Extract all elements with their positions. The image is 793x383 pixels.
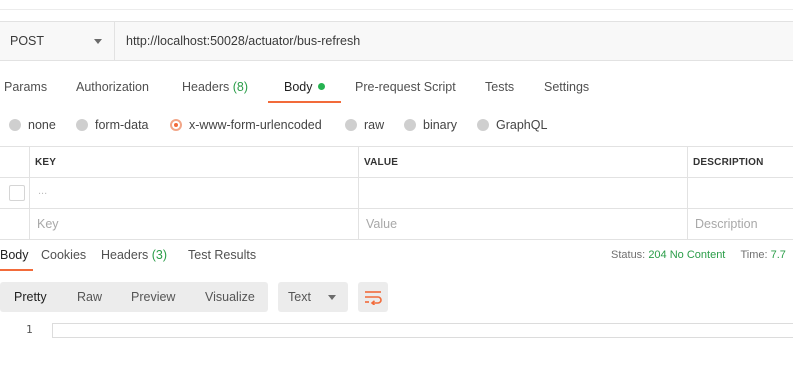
tab-headers-label: Headers [182,80,230,94]
tab-response-headers-count: (3) [151,248,168,262]
radio-graphql-label: GraphQL [496,118,548,132]
tab-pre-request-script[interactable]: Pre-request Script [355,73,456,103]
tab-settings[interactable]: Settings [544,73,589,103]
radio-x-www-form-urlencoded-label: x-www-form-urlencoded [189,118,322,132]
tab-response-headers[interactable]: Headers (3) [101,240,167,271]
time-value[interactable]: 7.7 [771,249,786,261]
request-tabs: Params Authorization Headers (8) Body Pr… [0,73,793,103]
tab-settings-label: Settings [544,80,590,94]
value-input[interactable]: Value [366,217,397,231]
key-value-table: KEY VALUE DESCRIPTION ... Key Value Desc… [0,146,793,240]
row-checkbox[interactable] [9,185,25,201]
method-label: POST [10,34,45,48]
table-header-row: KEY VALUE DESCRIPTION [0,147,793,178]
tab-tests[interactable]: Tests [485,73,514,103]
radio-unchecked-icon [9,119,21,131]
tab-response-body[interactable]: Body [0,240,33,271]
tab-headers[interactable]: Headers (8) [182,73,248,103]
editor-line[interactable] [52,323,793,338]
radio-x-www-form-urlencoded[interactable]: x-www-form-urlencoded [170,112,322,138]
key-column-header: KEY [35,157,57,168]
radio-binary-label: binary [423,118,458,132]
format-label: Text [288,290,311,304]
view-mode-pretty[interactable]: Pretty [14,282,47,312]
status-value[interactable]: 204 No Content [648,249,725,261]
tab-tests-label: Tests [485,80,515,94]
radio-graphql[interactable]: GraphQL [477,112,547,138]
format-select[interactable]: Text [278,282,348,312]
status-label: Status: [611,249,646,261]
radio-checked-icon [170,119,182,131]
key-input[interactable]: Key [37,217,59,231]
tab-response-cookies-label: Cookies [41,248,87,262]
response-editor[interactable]: 1 [0,321,793,341]
value-column-header: VALUE [364,157,399,168]
view-mode-visualize[interactable]: Visualize [205,282,255,312]
tab-test-results-label: Test Results [188,248,257,262]
radio-binary[interactable]: binary [404,112,457,138]
radio-unchecked-icon [76,119,88,131]
radio-raw[interactable]: raw [345,112,384,138]
tab-body-label: Body [284,80,313,94]
description-input[interactable]: Description [695,217,758,231]
radio-none-label: none [28,118,56,132]
response-status: Status: 204 No Content Time: 7.7 [611,240,786,271]
line-number: 1 [26,323,33,336]
tab-response-body-label: Body [0,248,29,262]
table-row-new: Key Value Description [0,209,793,240]
tab-headers-count: (8) [232,80,249,94]
wrap-lines-icon [365,291,382,305]
table-row: ... [0,178,793,209]
description-column-header: DESCRIPTION [693,157,764,168]
radio-form-data-label: form-data [95,118,149,132]
tab-test-results[interactable]: Test Results [188,240,256,271]
tab-pre-request-script-label: Pre-request Script [355,80,456,94]
request-bar: POST http://localhost:50028/actuator/bus… [0,21,793,61]
response-view-toolbar: Pretty Raw Preview Visualize Text [0,282,793,312]
body-type-options: none form-data x-www-form-urlencoded raw… [0,112,793,138]
radio-unchecked-icon [345,119,357,131]
radio-raw-label: raw [364,118,385,132]
tab-params-label: Params [4,80,48,94]
modified-dot-icon [317,83,325,90]
view-mode-raw[interactable]: Raw [77,282,102,312]
radio-form-data[interactable]: form-data [76,112,149,138]
wrap-lines-button[interactable] [358,282,388,312]
response-tabs: Body Cookies Headers (3) Test Results St… [0,239,793,271]
tab-authorization-label: Authorization [76,80,149,94]
chevron-down-icon [94,39,102,44]
chevron-down-icon [328,295,336,300]
view-mode-group: Pretty Raw Preview Visualize [0,282,268,312]
url-input[interactable]: http://localhost:50028/actuator/bus-refr… [116,22,793,60]
tab-response-cookies[interactable]: Cookies [41,240,86,271]
tab-params[interactable]: Params [4,73,47,103]
tab-body[interactable]: Body [268,73,341,103]
tab-authorization[interactable]: Authorization [76,73,149,103]
view-mode-preview[interactable]: Preview [131,282,175,312]
top-strip [0,0,793,10]
tab-response-headers-label: Headers [101,248,149,262]
time-label: Time: [740,249,768,261]
radio-unchecked-icon [477,119,489,131]
radio-none[interactable]: none [9,112,56,138]
radio-unchecked-icon [404,119,416,131]
method-select[interactable]: POST [0,22,115,60]
row-ellipsis: ... [38,185,48,197]
